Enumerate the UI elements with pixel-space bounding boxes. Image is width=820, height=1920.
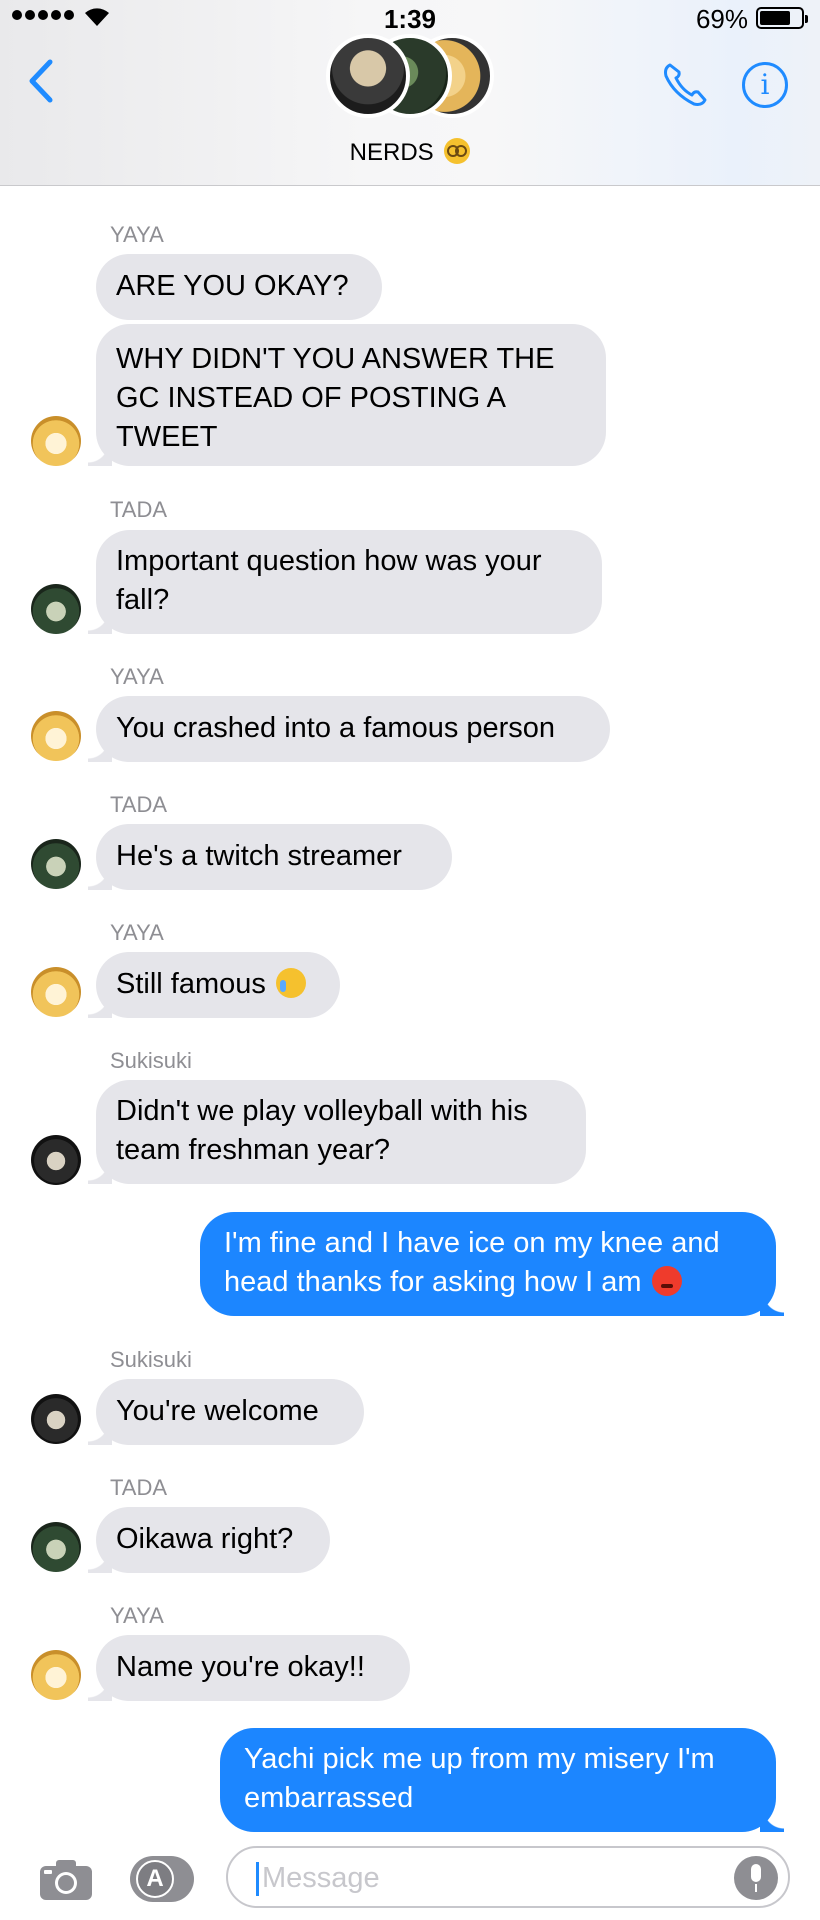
message-bubble[interactable]: Name you're okay!! [88,1635,410,1701]
camera-icon[interactable] [38,1858,94,1902]
message-bubble[interactable]: ARE YOU OKAY? [96,254,382,320]
avatar[interactable] [31,1650,81,1700]
message-text: ARE YOU OKAY? [116,270,349,302]
app-store-icon[interactable]: A [130,1856,194,1902]
battery-icon [756,7,808,29]
conversation-header: 1:39 69% NERDS i [0,0,820,192]
message-bubble[interactable]: Important question how was your fall? [88,530,602,634]
avatar[interactable] [31,967,81,1017]
sender-label: Sukisuki [110,1347,192,1372]
avatar[interactable] [31,584,81,634]
message-text: Important question how was your fall? [116,545,542,616]
avatar[interactable] [31,1394,81,1444]
avatar[interactable] [31,1522,81,1572]
message-input-bar: A [0,1836,820,1920]
sender-label: TADA [110,497,168,522]
battery-percent: 69% [695,4,748,34]
group-name-label: NERDS [349,139,434,166]
sender-label: YAYA [110,920,164,945]
message-text: Name you're okay!! [116,1651,365,1683]
text-cursor [256,1862,259,1896]
message-input[interactable] [262,1858,702,1898]
message-text: He's a twitch streamer [116,840,402,872]
message-field[interactable] [226,1846,790,1908]
sender-label: YAYA [110,1603,164,1628]
sender-label: TADA [110,792,168,817]
info-icon[interactable]: i [742,62,788,108]
message-text: Oikawa right? [116,1523,294,1555]
message-text: You're welcome [116,1395,319,1427]
sender-label: TADA [110,1475,168,1500]
message-bubble[interactable]: Didn't we play volleyball with his team … [88,1080,586,1184]
avatar[interactable] [31,416,81,466]
phone-icon[interactable] [660,60,710,110]
crying-face-icon [275,968,306,998]
message-text: WHY DIDN'T YOU ANSWER THE GC INSTEAD OF … [116,343,555,453]
info-glyph: i [760,68,770,101]
nerd-face-icon [444,138,471,164]
angry-face-icon [651,1266,682,1296]
message-bubble[interactable]: You crashed into a famous person [88,696,610,762]
avatar [326,34,410,118]
message-bubble[interactable]: Yachi pick me up from my misery I'm emba… [220,1728,784,1832]
avatar[interactable] [31,1135,81,1185]
message-text: Yachi pick me up from my misery I'm emba… [244,1743,715,1814]
message-bubble[interactable]: You're welcome [88,1379,364,1445]
message-bubble[interactable]: WHY DIDN'T YOU ANSWER THE GC INSTEAD OF … [88,324,606,466]
group-name[interactable]: NERDS [0,138,820,167]
message-text: You crashed into a famous person [116,712,556,744]
message-bubble[interactable]: I'm fine and I have ice on my knee and h… [200,1212,784,1316]
avatar[interactable] [31,839,81,889]
message-text: Didn't we play volleyball with his team … [116,1095,528,1166]
chevron-left-icon[interactable] [26,58,56,104]
message-bubble[interactable]: Oikawa right? [88,1507,330,1573]
microphone-icon[interactable] [734,1856,778,1900]
message-text: I'm fine and I have ice on my knee and h… [224,1227,720,1298]
sender-label: YAYA [110,664,164,689]
previous-message-edge [420,176,775,192]
app-store-glyph: A [136,1860,174,1898]
group-avatars[interactable] [326,34,496,124]
message-bubble[interactable]: Still famous [88,952,340,1018]
message-text: Still famous [116,968,266,1000]
sender-label: YAYA [110,222,164,247]
message-bubble[interactable]: He's a twitch streamer [88,824,452,890]
sender-label: Sukisuki [110,1048,192,1073]
avatar[interactable] [31,711,81,761]
